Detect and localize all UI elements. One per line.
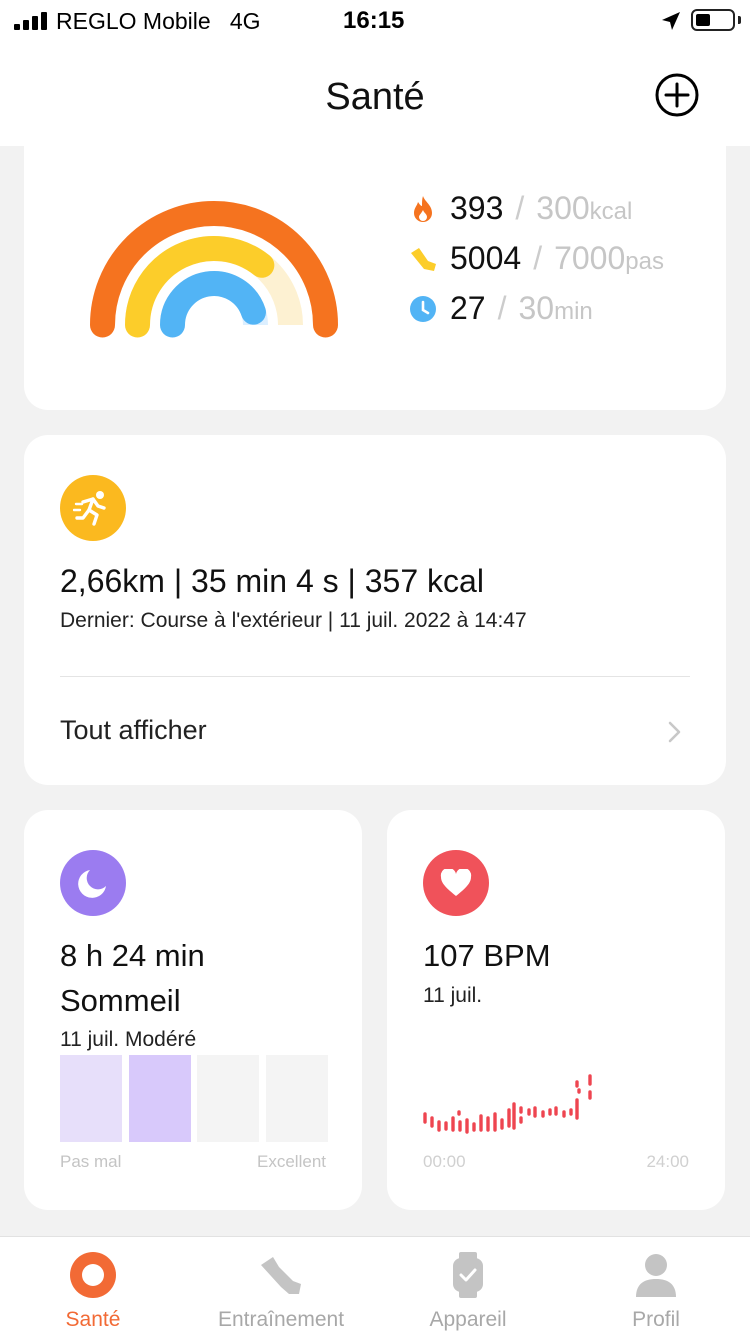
workout-last-session: Dernier: Course à l'extérieur | 11 juil.… — [60, 609, 527, 632]
steps-stat: 5004 / 7000 pas — [408, 240, 664, 280]
running-icon — [60, 475, 126, 541]
heart-rate-chart — [423, 1074, 592, 1134]
tab-sante[interactable]: Santé — [30, 1237, 156, 1334]
heart-chart-x-start: 00:00 — [423, 1152, 466, 1171]
sleep-duration: 8 h 24 min — [60, 938, 205, 973]
sleep-scale-bar — [60, 1055, 122, 1142]
battery-icon — [691, 9, 735, 31]
duration-unit: min — [554, 298, 593, 325]
tab-label-appareil: Appareil — [429, 1308, 507, 1331]
tab-label-profil: Profil — [632, 1308, 680, 1331]
calories-stat: 393 / 300 kcal — [408, 190, 632, 230]
steps-icon — [411, 248, 436, 271]
heart-rate-value: 107 BPM — [423, 938, 551, 973]
steps-unit: pas — [625, 248, 664, 275]
duration-ring — [160, 271, 266, 338]
signal-icon — [14, 12, 47, 30]
tab-appareil[interactable]: Appareil — [406, 1237, 530, 1334]
sleep-card[interactable]: 8 h 24 min Sommeil 11 juil. Modéré Pas m… — [24, 810, 362, 1210]
calories-goal: 300 — [536, 190, 590, 226]
tab-bar: Santé Entraînement Appareil Profil — [0, 1236, 750, 1334]
shoe-icon — [261, 1257, 301, 1294]
status-bar: REGLO Mobile 4G 16:15 — [0, 0, 750, 42]
duration-value: 27 — [450, 290, 486, 326]
steps-value: 5004 — [450, 240, 522, 276]
plus-circle-icon[interactable] — [654, 72, 700, 118]
rings-center — [202, 319, 226, 338]
tab-label-sante: Santé — [65, 1308, 121, 1331]
activity-card[interactable]: 393 / 300 kcal 5004 / 7000 pas 27 / 30 m… — [24, 120, 726, 410]
workout-summary: 2,66km | 35 min 4 s | 357 kcal — [60, 563, 484, 599]
heart-icon — [423, 850, 489, 916]
moon-icon — [60, 850, 126, 916]
duration-goal: 30 — [518, 290, 555, 326]
tab-profil[interactable]: Profil — [594, 1237, 718, 1334]
duration-stat: 27 / 30 min — [408, 290, 593, 330]
flame-icon — [414, 196, 432, 222]
location-arrow-icon — [662, 12, 680, 30]
carrier-label: REGLO Mobile 4G — [56, 8, 261, 34]
heart-rate-card[interactable]: 107 BPM 11 juil. 00:00 24:00 — [387, 810, 725, 1210]
calories-unit: kcal — [589, 198, 633, 225]
sleep-scale-bar — [128, 1055, 191, 1142]
clock-icon — [410, 296, 436, 322]
activity-rings — [90, 201, 338, 338]
sleep-scale-bar — [265, 1055, 328, 1142]
sleep-scale-bar — [197, 1055, 259, 1142]
sleep-title: Sommeil — [60, 983, 181, 1018]
heart-chart-x-end: 24:00 — [646, 1152, 689, 1171]
steps-goal: 7000 — [554, 240, 626, 276]
health-ring-icon — [70, 1252, 116, 1298]
workout-card[interactable]: 2,66km | 35 min 4 s | 357 kcal Dernier: … — [24, 435, 726, 785]
watch-icon — [453, 1252, 483, 1298]
divider — [60, 676, 690, 677]
page-title: Santé — [325, 76, 425, 118]
tab-label-entrainement: Entraînement — [217, 1308, 345, 1331]
heart-rate-date: 11 juil. — [423, 984, 483, 1007]
sleep-scale-max: Excellent — [257, 1152, 326, 1171]
chevron-right-icon[interactable] — [664, 719, 684, 745]
sleep-date-quality: 11 juil. Modéré — [60, 1028, 197, 1051]
status-time: 16:15 — [343, 7, 405, 34]
person-icon — [636, 1254, 676, 1297]
tab-entrainement[interactable]: Entraînement — [200, 1237, 362, 1334]
calories-value: 393 — [450, 190, 504, 226]
sleep-scale-min: Pas mal — [60, 1152, 122, 1171]
sleep-quality: Modéré — [125, 1028, 197, 1051]
view-all-link[interactable]: Tout afficher — [60, 715, 207, 746]
